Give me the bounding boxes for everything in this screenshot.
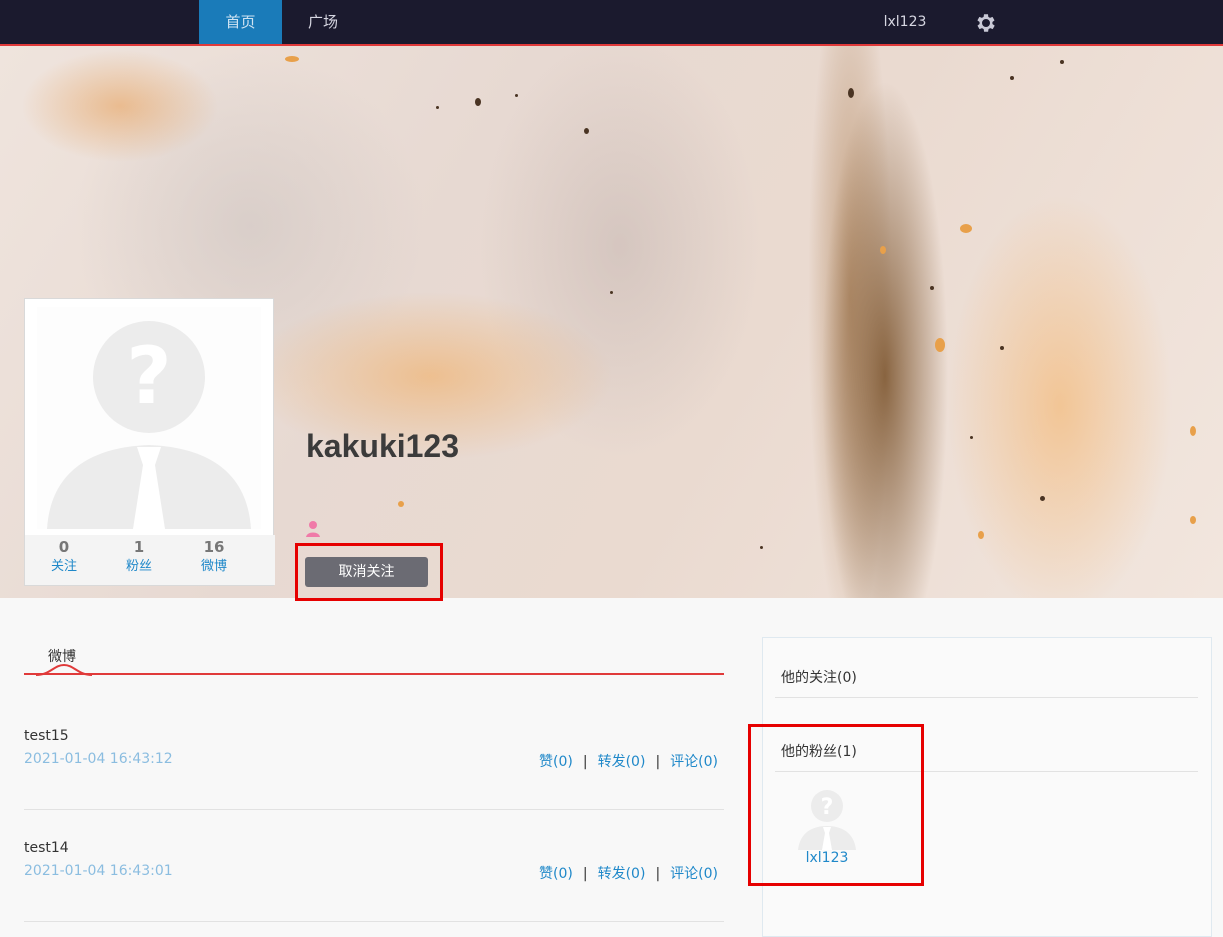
profile-stats: 0 关注 1 粉丝 16 微博 (25, 535, 275, 585)
post-time: 2021-01-04 16:43:12 (24, 751, 173, 767)
comment-link[interactable]: 评论(0) (670, 754, 718, 770)
separator: | (582, 866, 588, 882)
repost-link[interactable]: 转发(0) (598, 866, 646, 882)
fan-name[interactable]: lxl123 (791, 850, 863, 866)
profile-card: ? 0 关注 1 粉丝 16 微博 (24, 298, 275, 586)
separator: | (582, 754, 588, 770)
like-link[interactable]: 赞(0) (539, 754, 573, 770)
stat-fans-label[interactable]: 粉丝 (109, 557, 169, 577)
unfollow-button[interactable]: 取消关注 (305, 557, 428, 587)
comment-link[interactable]: 评论(0) (670, 866, 718, 882)
stat-following-count: 0 (58, 538, 70, 556)
profile-username: kakuki123 (306, 428, 460, 464)
posts-tab-bar: 微博 (24, 640, 724, 676)
svg-text:?: ? (126, 332, 171, 422)
stat-fans-count: 1 (133, 538, 145, 556)
nav-tab-square[interactable]: 广场 (282, 0, 364, 44)
top-nav-bar: 首页 广场 lxl123 (0, 0, 1223, 46)
stat-posts-count: 16 (203, 538, 225, 556)
stat-posts-label[interactable]: 微博 (184, 557, 244, 577)
female-user-icon (306, 521, 320, 537)
stat-following-label[interactable]: 关注 (34, 557, 94, 577)
post-title: test14 (24, 840, 69, 856)
svg-text:?: ? (821, 795, 834, 820)
nav-username[interactable]: lxl123 (872, 0, 938, 44)
post-item: test14 2021-01-04 16:43:01 赞(0) | 转发(0) | 评论… (24, 810, 724, 922)
tab-indicator (36, 664, 92, 676)
stat-following[interactable]: 0 关注 (34, 537, 94, 577)
post-title: test15 (24, 728, 69, 744)
repost-link[interactable]: 转发(0) (598, 754, 646, 770)
like-link[interactable]: 赞(0) (539, 866, 573, 882)
following-section-title: 他的关注(0) (775, 660, 1198, 698)
fans-section-title: 他的粉丝(1) (775, 734, 1198, 772)
separator: | (655, 866, 661, 882)
post-actions: 赞(0) | 转发(0) | 评论(0) (539, 751, 718, 771)
post-actions: 赞(0) | 转发(0) | 评论(0) (539, 863, 718, 883)
side-panel: 他的关注(0) 他的粉丝(1) ? lxl123 (762, 637, 1212, 937)
gear-icon[interactable] (974, 11, 998, 35)
fan-avatar-icon: ? (798, 790, 856, 850)
post-item: test15 2021-01-04 16:43:12 赞(0) | 转发(0) | 评论… (24, 698, 724, 810)
stat-posts[interactable]: 16 微博 (184, 537, 244, 577)
fan-item[interactable]: ? lxl123 (791, 786, 863, 866)
nav-tab-home[interactable]: 首页 (199, 0, 282, 44)
stat-fans[interactable]: 1 粉丝 (109, 537, 169, 577)
default-avatar-icon: ? (37, 307, 261, 529)
separator: | (655, 754, 661, 770)
tab-weibo[interactable]: 微博 (48, 646, 76, 666)
post-time: 2021-01-04 16:43:01 (24, 863, 173, 879)
